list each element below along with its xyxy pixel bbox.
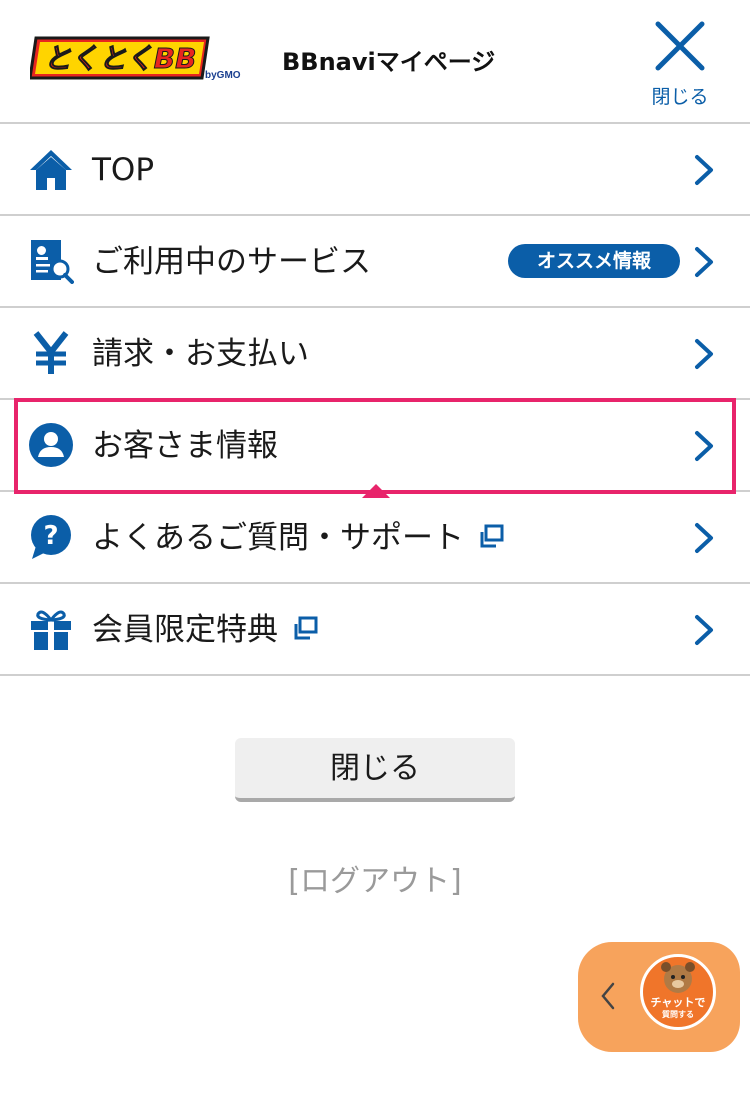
menu-item-customer-info[interactable]: お客さま情報 xyxy=(0,400,750,492)
chevron-right-icon xyxy=(695,339,713,369)
external-link-icon xyxy=(480,524,504,547)
menu-item-member-benefits[interactable]: 会員限定特典 xyxy=(0,584,750,676)
home-icon xyxy=(30,150,72,190)
header: とくとくBB byGMO BBnaviマイページ 閉じる xyxy=(0,0,750,124)
question-icon: ? xyxy=(31,515,71,559)
menu-item-label: よくあるご質問・サポート xyxy=(92,518,506,558)
menu-item-label-text: 会員限定特典 xyxy=(92,612,278,648)
menu-item-services[interactable]: ご利用中のサービス オススメ情報 xyxy=(0,216,750,308)
chat-label: チャットで 質問する xyxy=(643,997,713,1021)
close-button[interactable]: 閉じる xyxy=(235,738,515,802)
chevron-right-icon xyxy=(695,155,713,185)
menu-item-label: ご利用中のサービス xyxy=(92,244,371,280)
menu-item-label: 会員限定特典 xyxy=(92,610,320,650)
external-link-icon xyxy=(294,616,318,639)
logout-link[interactable]: [ログアウト] xyxy=(0,856,750,900)
svg-text:?: ? xyxy=(43,521,58,551)
chevron-left-icon xyxy=(601,982,615,1010)
chevron-right-icon xyxy=(695,247,713,277)
svg-text:とくとくBB: とくとくBB xyxy=(43,42,196,75)
chevron-right-icon xyxy=(695,523,713,553)
page-title: BBnaviマイページ xyxy=(282,48,496,76)
yen-icon xyxy=(33,331,69,374)
header-close-button[interactable]: 閉じる xyxy=(642,14,718,110)
mascot-icon xyxy=(661,962,695,993)
chevron-right-icon xyxy=(695,431,713,461)
highlight-notch xyxy=(362,484,390,498)
menu-item-label: TOP xyxy=(92,152,155,188)
chat-mascot-bubble: チャットで 質問する xyxy=(640,954,716,1030)
recommend-badge: オススメ情報 xyxy=(508,244,680,278)
close-icon xyxy=(655,21,705,71)
header-close-label: 閉じる xyxy=(651,86,709,108)
menu-item-faq-support[interactable]: ? よくあるご質問・サポート xyxy=(0,492,750,584)
menu-item-label-text: よくあるご質問・サポート xyxy=(92,520,464,556)
chevron-right-icon xyxy=(695,615,713,645)
mypage-menu: TOP ご利用中のサービス オススメ情報 請求・お支払い お客さま情報 ? よく… xyxy=(0,124,750,676)
menu-item-label: お客さま情報 xyxy=(92,428,278,464)
logo-by-gmo: byGMO xyxy=(205,70,241,81)
chat-label-line1: チャットで xyxy=(650,996,706,1009)
menu-item-billing[interactable]: 請求・お支払い xyxy=(0,308,750,400)
chat-widget[interactable]: チャットで 質問する xyxy=(578,942,740,1052)
service-search-icon xyxy=(31,240,74,284)
user-icon xyxy=(29,423,73,467)
gift-icon xyxy=(31,610,71,650)
menu-item-label: 請求・お支払い xyxy=(92,336,309,372)
chat-label-line2: 質問する xyxy=(662,1010,694,1019)
menu-item-top[interactable]: TOP xyxy=(0,124,750,216)
